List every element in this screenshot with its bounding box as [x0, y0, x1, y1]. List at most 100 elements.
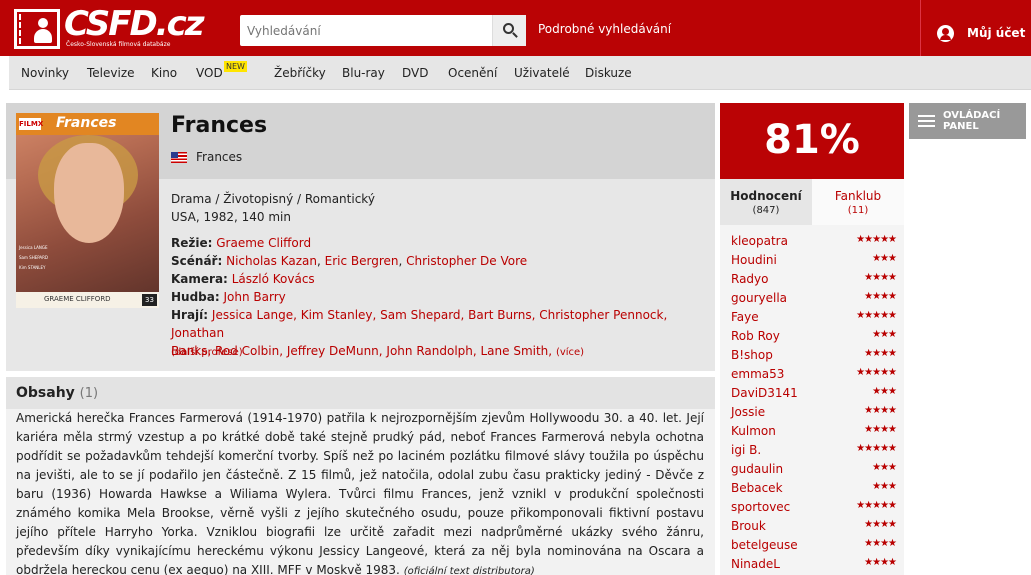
nav-item-kino[interactable]: Kino: [151, 66, 177, 80]
more-professions-link[interactable]: (další profese): [171, 347, 243, 358]
fanclub-count: (11): [847, 205, 869, 216]
csfd-logo[interactable]: CSFD.cz Česko-Slovenská filmová databáze: [14, 4, 205, 49]
plot-text: Americká herečka Frances Farmerová (1914…: [16, 411, 704, 575]
control-panel-button[interactable]: OVLÁDACÍ PANEL: [909, 103, 1026, 139]
rater-name[interactable]: betelgeuse: [731, 538, 798, 552]
rater-stars: ★★★: [872, 329, 897, 340]
film-title: Frances: [171, 113, 268, 138]
rater-name[interactable]: Faye: [731, 310, 759, 324]
rater-name[interactable]: gudaulin: [731, 462, 783, 476]
main-nav: Novinky Televize Kino VOD NEW Žebříčky B…: [9, 56, 1031, 90]
nav-item-vod-label: VOD: [196, 66, 223, 80]
nav-item-vod[interactable]: VOD NEW: [196, 61, 247, 80]
person-link[interactable]: László Kovács: [232, 272, 315, 286]
rater-name[interactable]: Houdini: [731, 253, 777, 267]
cast-links[interactable]: Jessica Lange, Kim Stanley, Sam Shepard,…: [171, 308, 667, 340]
film-origin: USA, 1982, 140 min: [171, 210, 291, 224]
rater-stars: ★★★★★: [856, 310, 897, 321]
rater-stars: ★★★★: [864, 519, 897, 530]
rater-stars: ★★★★★: [856, 234, 897, 245]
person-link[interactable]: Graeme Clifford: [216, 236, 311, 250]
plot-header: [6, 377, 715, 409]
credit-camera: Kamera: László Kovács: [171, 272, 315, 286]
plot-box: Obsahy (1) Americká herečka Frances Farm…: [6, 377, 715, 575]
rater-stars: ★★★★: [864, 272, 897, 283]
rater-row: DaviD3141 ★★★: [731, 386, 897, 405]
nav-item-bluray[interactable]: Blu-ray: [342, 66, 385, 80]
rating-column: 81% Hodnocení (847) Fanklub (11) kleopat…: [720, 103, 904, 575]
film-poster[interactable]: FILMX Frances Jessica LANGE Sam SHEPARD …: [16, 113, 159, 308]
poster-director: GRAEME CLIFFORD: [44, 295, 111, 303]
rater-name[interactable]: igi B.: [731, 443, 761, 457]
more-professions: (další profese): [171, 342, 706, 362]
rater-name[interactable]: B!shop: [731, 348, 773, 362]
rating-box: 81%: [720, 103, 904, 179]
rater-row: sportovec ★★★★★: [731, 500, 897, 519]
rater-name[interactable]: Rob Roy: [731, 329, 780, 343]
film-frame-icon: [14, 9, 60, 49]
nav-item-novinky[interactable]: Novinky: [21, 66, 69, 80]
person-link[interactable]: John Barry: [224, 290, 286, 304]
person-link[interactable]: Eric Bergren: [325, 254, 399, 268]
credit-music: Hudba: John Barry: [171, 290, 286, 304]
nav-item-dvd[interactable]: DVD: [402, 66, 428, 80]
nav-item-diskuze[interactable]: Diskuze: [585, 66, 632, 80]
rater-row: emma53 ★★★★★: [731, 367, 897, 386]
rater-name[interactable]: gouryella: [731, 291, 787, 305]
rater-name[interactable]: Kulmon: [731, 424, 776, 438]
rater-row: B!shop ★★★★: [731, 348, 897, 367]
rater-name[interactable]: Bebacek: [731, 481, 783, 495]
control-panel-label: OVLÁDACÍ PANEL: [943, 110, 1001, 132]
rater-row: kleopatra ★★★★★: [731, 234, 897, 253]
rater-row: Brouk ★★★★: [731, 519, 897, 538]
nav-item-televize[interactable]: Televize: [87, 66, 135, 80]
rater-row: Radyo ★★★★: [731, 272, 897, 291]
rater-row: Faye ★★★★★: [731, 310, 897, 329]
menu-icon: [918, 115, 935, 127]
plot-count: (1): [79, 386, 99, 401]
person-link[interactable]: Nicholas Kazan: [226, 254, 317, 268]
rater-name[interactable]: Jossie: [731, 405, 765, 419]
tab-ratings[interactable]: Hodnocení (847): [720, 179, 812, 225]
plot-source: (oficiální text distributora): [403, 566, 535, 575]
rater-name[interactable]: kleopatra: [731, 234, 788, 248]
rater-stars: ★★★★: [864, 424, 897, 435]
rater-stars: ★★★★★: [856, 367, 897, 378]
advanced-search-link[interactable]: Podrobné vyhledávání: [538, 22, 671, 36]
rater-name[interactable]: emma53: [731, 367, 784, 381]
poster-title: Frances: [56, 115, 117, 131]
rater-name[interactable]: NinadeL: [731, 557, 780, 571]
rater-stars: ★★★★: [864, 557, 897, 568]
account-button[interactable]: Můj účet: [920, 0, 1031, 56]
rater-name[interactable]: DaviD3141: [731, 386, 798, 400]
search-input[interactable]: [240, 15, 492, 46]
rater-stars: ★★★: [872, 462, 897, 473]
rater-name[interactable]: Brouk: [731, 519, 766, 533]
rater-stars: ★★★: [872, 386, 897, 397]
new-badge: NEW: [224, 61, 247, 72]
rater-stars: ★★★★: [864, 291, 897, 302]
search-button[interactable]: [492, 15, 526, 46]
search-box: [240, 15, 526, 46]
tab-fanclub[interactable]: Fanklub (11): [812, 179, 904, 225]
poster-number: 33: [142, 294, 157, 306]
rater-row: Bebacek ★★★: [731, 481, 897, 500]
rater-stars: ★★★★★: [856, 443, 897, 454]
account-label: Můj účet: [967, 26, 1026, 40]
nav-item-oceneni[interactable]: Ocenění: [448, 66, 497, 80]
film-info-box: FILMX Frances Jessica LANGE Sam SHEPARD …: [6, 103, 715, 371]
rater-stars: ★★★: [872, 253, 897, 264]
rater-row: NinadeL ★★★★: [731, 557, 897, 575]
nav-item-zebricky[interactable]: Žebříčky: [274, 66, 326, 80]
user-icon: [937, 25, 954, 42]
rater-name[interactable]: Radyo: [731, 272, 769, 286]
rater-stars: ★★★: [872, 481, 897, 492]
nav-item-uzivatele[interactable]: Uživatelé: [514, 66, 570, 80]
rater-row: Kulmon ★★★★: [731, 424, 897, 443]
poster-cast: Jessica LANGE Sam SHEPARD Kim STANLEY: [19, 245, 48, 270]
logo-text: CSFD.cz: [64, 4, 205, 44]
rater-row: betelgeuse ★★★★: [731, 538, 897, 557]
person-link[interactable]: Christopher De Vore: [406, 254, 527, 268]
rater-name[interactable]: sportovec: [731, 500, 790, 514]
rater-row: Houdini ★★★: [731, 253, 897, 272]
